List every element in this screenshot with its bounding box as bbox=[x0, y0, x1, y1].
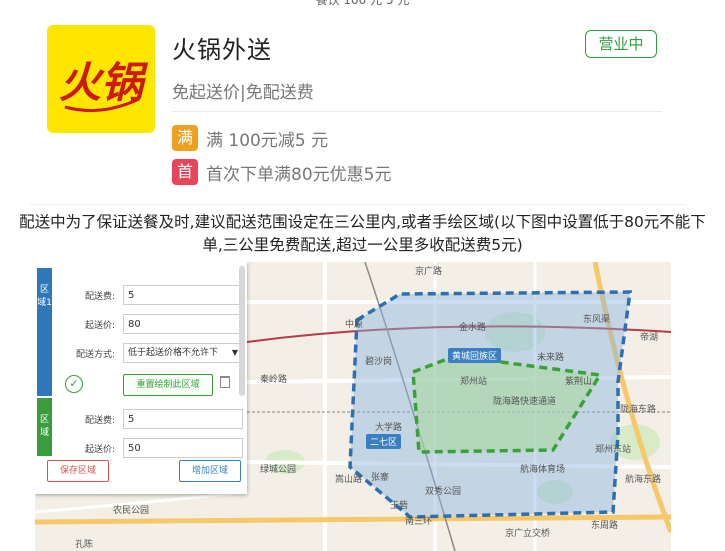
shop-logo: 火锅 bbox=[47, 25, 155, 133]
map-label: 航海体育场 bbox=[520, 465, 566, 475]
promo-text: 满 100元减5 元 bbox=[206, 130, 329, 151]
map-label: 帝湖 bbox=[640, 333, 659, 343]
zone1-min-order-input[interactable]: 80 bbox=[123, 314, 243, 334]
mode-label: 配送方式: bbox=[75, 349, 115, 360]
map-label: 京广路 bbox=[415, 267, 443, 277]
shop-name: 火锅外送 bbox=[172, 36, 272, 64]
map-label: 紫荆山 bbox=[565, 377, 593, 387]
map-label: 孔陈 bbox=[75, 540, 94, 550]
divider bbox=[30, 204, 685, 205]
check-icon[interactable]: ✓ bbox=[65, 375, 83, 393]
map-label: 碧沙岗 bbox=[365, 357, 393, 367]
map-label: 未来路 bbox=[537, 353, 565, 363]
description-text: 配送中为了保证送餐及时,建议配送范围设定在三公里内,或者手绘区域(以下图中设置低… bbox=[19, 213, 706, 254]
zone2-fee-row: 配送费: 5 bbox=[55, 408, 243, 430]
zone2-min-row: 起送价: 50 bbox=[55, 437, 243, 459]
map-label: 京广立交桥 bbox=[505, 529, 551, 539]
zone2-fee-input[interactable]: 5 bbox=[123, 409, 243, 429]
map-label: 王砦 bbox=[390, 501, 409, 511]
promo-tag-full: 满 bbox=[172, 125, 198, 151]
delivery-area-map[interactable]: 黄城回族区 二七区 京广路 中原 金水路 东风渠 郑州站 陇海路快速通道 未来路… bbox=[35, 262, 671, 551]
restaurant-card[interactable]: 火锅 火锅外送 免起送价|免配送费 营业中 满 满 100元减5 元 首 首次下… bbox=[30, 8, 685, 204]
fee-label: 配送费: bbox=[84, 415, 115, 426]
zone2-strip[interactable]: 区域 bbox=[37, 398, 52, 456]
top-cropped-text: 餐饮 100 元 5 元 bbox=[315, 0, 410, 7]
area-badge: 二七区 bbox=[366, 434, 402, 449]
panel-scrollbar[interactable] bbox=[239, 266, 245, 396]
map-label: 陇海路快速通道 bbox=[493, 397, 557, 407]
map-label: 嵩山路 bbox=[335, 475, 363, 485]
map-label: 绿城公园 bbox=[260, 465, 297, 475]
map-label: 南三环 bbox=[405, 517, 433, 527]
divider bbox=[172, 111, 662, 112]
zone1-fee-row: 配送费: 5 bbox=[55, 284, 243, 306]
promo-discount: 满 满 100元减5 元 bbox=[172, 124, 328, 152]
add-zone-button[interactable]: 增加区域 bbox=[179, 460, 241, 482]
map-label: 金水路 bbox=[459, 323, 487, 333]
map-label: 东周路 bbox=[591, 521, 619, 531]
promo-first-order: 首 首次下单满80元优惠5元 bbox=[172, 158, 391, 186]
area-badge: 黄城回族区 bbox=[448, 348, 502, 363]
status-badge: 营业中 bbox=[585, 30, 657, 58]
map-label: 双秀公园 bbox=[425, 487, 462, 497]
zone1-strip[interactable]: 区域1 bbox=[37, 268, 52, 396]
trash-icon[interactable] bbox=[220, 376, 230, 388]
promo-text: 首次下单满80元优惠5元 bbox=[206, 164, 392, 185]
map-label: 张寨 bbox=[371, 473, 390, 483]
zone2-min-order-input[interactable]: 50 bbox=[123, 438, 243, 458]
min-order-label: 起送价: bbox=[84, 320, 115, 331]
map-label: 陇海东路 bbox=[620, 405, 657, 415]
map-label: 东风渠 bbox=[583, 315, 611, 325]
map-label: 航海东路 bbox=[625, 475, 662, 485]
fee-label: 配送费: bbox=[84, 291, 115, 302]
zone1-mode-select[interactable]: 低于起送价格不允许下 ▼ bbox=[123, 343, 243, 363]
map-label: 中原 bbox=[345, 320, 364, 330]
map-label: 农民公园 bbox=[113, 506, 150, 516]
zone1-mode-row: 配送方式: 低于起送价格不允许下 ▼ bbox=[55, 342, 243, 364]
promo-tag-first: 首 bbox=[172, 159, 198, 185]
select-value: 低于起送价格不允许下 bbox=[128, 348, 219, 358]
delivery-terms: 免起送价|免配送费 bbox=[172, 83, 314, 103]
map-label: 大学路 bbox=[375, 423, 403, 433]
caret-down-icon: ▼ bbox=[231, 348, 238, 357]
min-order-label: 起送价: bbox=[84, 444, 115, 455]
map-label: 郑州东站 bbox=[595, 445, 632, 455]
zone-settings-panel: 区域1 区域 配送费: 5 起送价: 80 配送方式: 低于起送价格不允许下 ▼… bbox=[35, 262, 247, 494]
redraw-zone-button[interactable]: 重置绘制此区域 bbox=[123, 374, 213, 396]
zone1-min-row: 起送价: 80 bbox=[55, 313, 243, 335]
map-label: 郑州站 bbox=[460, 377, 488, 387]
zone1-fee-input[interactable]: 5 bbox=[123, 285, 243, 305]
map-label: 秦岭路 bbox=[260, 375, 288, 385]
save-zone-button[interactable]: 保存区域 bbox=[47, 460, 109, 482]
